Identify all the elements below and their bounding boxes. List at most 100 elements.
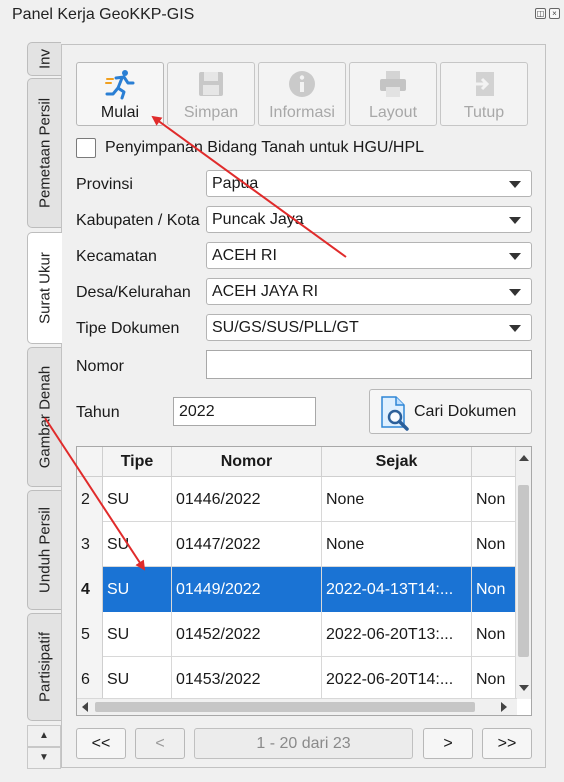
hgu-checkbox[interactable] [76,138,96,158]
cell-tipe[interactable]: SU [103,567,172,612]
row-number[interactable]: 2 [77,477,103,522]
tab-surat-ukur[interactable]: Surat Ukur [27,232,62,344]
column-header-sejak[interactable]: Sejak [322,447,472,477]
scroll-up-icon[interactable] [519,455,529,461]
tutup-button[interactable]: Tutup [440,62,528,126]
cell-nomor[interactable]: 01452/2022 [172,612,322,657]
nomor-label: Nomor [76,358,125,375]
chevron-down-icon [509,253,521,260]
kecamatan-value: ACEH RI [212,247,277,264]
table-row[interactable]: 3 SU 01447/2022 None Non [77,522,517,567]
kecamatan-label: Kecamatan [76,248,157,265]
table-row-selected[interactable]: 4 SU 01449/2022 2022-04-13T14:... Non [77,567,517,612]
cell-sejak[interactable]: 2022-06-20T14:... [322,657,472,702]
tabs-scroll-up-button[interactable]: ▲ [27,725,61,747]
cell-extra[interactable]: Non [472,522,517,567]
exit-icon [474,72,494,96]
chevron-down-icon [509,217,521,224]
chevron-down-icon [509,289,521,296]
float-icon[interactable]: ◫ [535,8,546,19]
tab-pemetaan-persil[interactable]: Pemetaan Persil [27,78,61,228]
nomor-field[interactable] [206,350,532,379]
row-number[interactable]: 6 [77,657,103,702]
table-vertical-scrollbar[interactable] [515,447,531,699]
tab-unduh-persil[interactable]: Unduh Persil [27,490,61,610]
cell-extra[interactable]: Non [472,612,517,657]
app-window: Panel Kerja GeoKKP-GIS ◫ × Inv Pemetaan … [0,0,564,782]
cell-tipe[interactable]: SU [103,657,172,702]
table-row[interactable]: 2 SU 01446/2022 None Non [77,477,517,522]
row-number[interactable]: 5 [77,612,103,657]
tahun-field[interactable] [173,397,316,426]
simpan-button-label: Simpan [183,104,239,121]
scroll-left-icon[interactable] [82,702,88,712]
informasi-button-label: Informasi [269,104,335,121]
printer-icon [380,71,406,97]
cell-nomor[interactable]: 01447/2022 [172,522,322,567]
cell-tipe[interactable]: SU [103,612,172,657]
nomor-input[interactable] [207,351,531,378]
cell-extra[interactable]: Non [472,657,517,702]
desa-select[interactable]: ACEH JAYA RI [206,278,532,305]
tab-inv[interactable]: Inv [27,42,61,76]
tab-partisipatif[interactable]: Partisipatif [27,613,61,721]
tab-partisipatif-label: Partisipatif [36,631,53,703]
provinsi-value: Papua [212,175,259,192]
last-page-button[interactable]: >> [482,728,532,759]
table-row[interactable]: 5 SU 01452/2022 2022-06-20T13:... Non [77,612,517,657]
cell-sejak[interactable]: 2022-06-20T13:... [322,612,472,657]
close-icon[interactable]: × [549,8,560,19]
prev-page-button[interactable]: < [135,728,185,759]
next-page-button[interactable]: > [423,728,473,759]
informasi-button[interactable]: Informasi [258,62,346,126]
provinsi-select[interactable]: Papua [206,170,532,197]
page-info: 1 - 20 dari 23 [194,728,413,759]
layout-button[interactable]: Layout [349,62,437,126]
results-table: Tipe Nomor Sejak 2 SU 01446/2022 None No… [76,446,532,716]
tipe-dokumen-select[interactable]: SU/GS/SUS/PLL/GT [206,314,532,341]
save-disk-icon [199,72,223,96]
column-header-extra[interactable] [472,447,517,477]
layout-button-label: Layout [368,104,418,121]
simpan-button[interactable]: Simpan [167,62,255,126]
cell-nomor[interactable]: 01453/2022 [172,657,322,702]
cell-sejak[interactable]: None [322,477,472,522]
mulai-button[interactable]: Mulai [76,62,164,126]
corner-header [77,447,103,477]
tab-gambar-denah[interactable]: Gambar Denah [27,347,61,487]
scroll-right-icon[interactable] [501,702,507,712]
kabupaten-select[interactable]: Puncak Jaya [206,206,532,233]
running-man-icon [105,70,135,100]
tipe-dokumen-label: Tipe Dokumen [76,320,180,337]
tab-inv-label: Inv [36,48,53,70]
tabs-scroll-down-button[interactable]: ▼ [27,747,61,769]
tahun-input[interactable] [174,398,315,425]
cell-sejak[interactable]: None [322,522,472,567]
cell-tipe[interactable]: SU [103,522,172,567]
table-row[interactable]: 6 SU 01453/2022 2022-06-20T14:... Non [77,657,517,702]
vertical-scroll-thumb[interactable] [518,485,529,657]
provinsi-label: Provinsi [76,176,133,193]
cell-nomor[interactable]: 01446/2022 [172,477,322,522]
cell-sejak[interactable]: 2022-04-13T14:... [322,567,472,612]
cell-extra[interactable]: Non [472,477,517,522]
column-header-nomor[interactable]: Nomor [172,447,322,477]
tab-pemetaan-persil-label: Pemetaan Persil [36,97,53,209]
cari-dokumen-label: Cari Dokumen [414,403,517,420]
chevron-down-icon [509,181,521,188]
horizontal-scroll-thumb[interactable] [95,702,475,712]
vertical-tab-bar: Inv Pemetaan Persil Surat Ukur Gambar De… [27,42,62,724]
row-number[interactable]: 4 [77,567,103,612]
kecamatan-select[interactable]: ACEH RI [206,242,532,269]
first-page-button[interactable]: << [76,728,126,759]
cari-dokumen-button[interactable]: Cari Dokumen [369,389,532,434]
cell-tipe[interactable]: SU [103,477,172,522]
row-number[interactable]: 3 [77,522,103,567]
chevron-down-icon [509,325,521,332]
cell-extra[interactable]: Non [472,567,517,612]
table-horizontal-scrollbar[interactable] [77,698,517,715]
title-bar: Panel Kerja GeoKKP-GIS ◫ × [0,0,564,30]
column-header-tipe[interactable]: Tipe [103,447,172,477]
scroll-down-icon[interactable] [519,685,529,691]
cell-nomor[interactable]: 01449/2022 [172,567,322,612]
